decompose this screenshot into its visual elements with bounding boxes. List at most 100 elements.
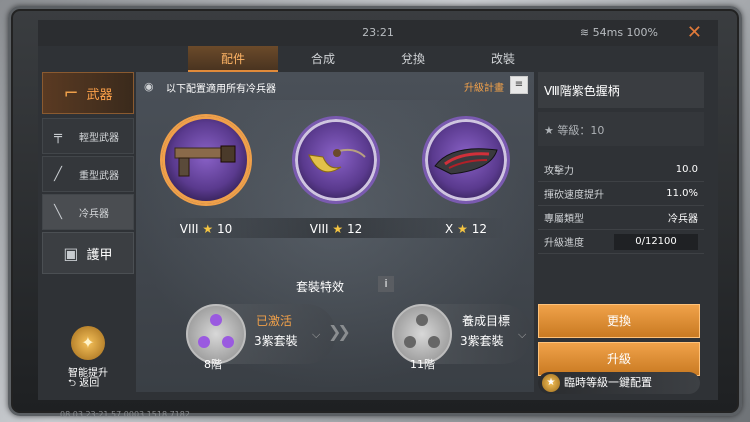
set-target-level: 11階 bbox=[410, 358, 435, 371]
tab-modify[interactable]: 改裝 bbox=[458, 46, 548, 72]
set-dot bbox=[222, 336, 234, 348]
tab-accessories[interactable]: 配件 bbox=[188, 46, 278, 72]
main-panel: ◉ 以下配置適用所有冷兵器 升級計畫 ≡ VIII ★ 10 VIII ★ 12… bbox=[136, 72, 534, 392]
set-target-sub: 3紫套裝 bbox=[460, 334, 504, 348]
close-icon[interactable]: ✕ bbox=[687, 22, 702, 43]
slot-grade: VIII bbox=[179, 222, 199, 236]
sidebar-item-armor[interactable]: ▣ 護甲 bbox=[42, 232, 134, 274]
set-active-sub: 3紫套裝 bbox=[254, 334, 298, 348]
sidebar-item-light-weapons[interactable]: ╤ 輕型武器 bbox=[42, 118, 134, 154]
grip-icon bbox=[174, 145, 236, 177]
knife-icon: ╲ bbox=[54, 204, 62, 220]
back-button[interactable]: ⮌ 返回 bbox=[68, 374, 99, 393]
set-dot bbox=[416, 314, 428, 326]
slot-ring bbox=[292, 116, 380, 204]
pendant-icon bbox=[308, 148, 366, 173]
one-click-config-button[interactable]: ★ 臨時等級一鍵配置 bbox=[538, 372, 700, 394]
sidebar-item-weapons[interactable]: ⌐ 武器 bbox=[42, 72, 134, 114]
star-icon: ★ bbox=[332, 222, 344, 236]
upgrade-plan-link[interactable]: 升級計畫 bbox=[464, 79, 504, 94]
sidebar-item-melee[interactable]: ╲ 冷兵器 bbox=[42, 194, 134, 230]
network-text: 54ms 100% bbox=[592, 26, 658, 39]
game-screen: 23:21 ≋ 54ms 100% ✕ 配件 合成 兌換 改裝 ⌐ 武器 ╤ 輕… bbox=[38, 20, 718, 400]
status-network: ≋ 54ms 100% bbox=[580, 26, 658, 39]
config-note: 以下配置適用所有冷兵器 bbox=[166, 84, 276, 95]
slot-level-number: 10 bbox=[216, 222, 233, 236]
upgrade-button[interactable]: 升級 bbox=[538, 342, 700, 376]
info-icon[interactable]: i bbox=[378, 276, 394, 292]
lightbulb-icon: ✦ bbox=[71, 326, 105, 360]
sidebar-item-label: 護甲 bbox=[86, 247, 113, 263]
set-dot bbox=[210, 314, 222, 326]
tab-exchange[interactable]: 兌換 bbox=[368, 46, 458, 72]
tab-synthesis[interactable]: 合成 bbox=[278, 46, 368, 72]
stats-list: 攻擊力 10.0 揮砍速度提升 11.0% 專屬類型 冷兵器 升級進度 0/12… bbox=[538, 158, 704, 254]
double-chevron-icon: ❯❯ bbox=[328, 322, 351, 341]
slot-level-number: 12 bbox=[471, 222, 487, 236]
eye-icon[interactable]: ◉ bbox=[144, 80, 154, 93]
set-emblem-icon bbox=[186, 304, 246, 364]
document-icon[interactable]: ≡ bbox=[510, 76, 528, 94]
sidebar-item-heavy-weapons[interactable]: ╱ 重型武器 bbox=[42, 156, 134, 192]
sidebar: ⌐ 武器 ╤ 輕型武器 ╱ 重型武器 ╲ 冷兵器 ▣ 護甲 ✦ 智能提升 bbox=[42, 72, 134, 392]
one-click-label: 臨時等級一鍵配置 bbox=[564, 376, 652, 389]
slot-grade: X bbox=[445, 222, 454, 236]
accessory-slot-knuckle[interactable] bbox=[416, 110, 516, 210]
stat-row: 專屬類型 冷兵器 bbox=[538, 206, 704, 230]
set-emblem-icon bbox=[392, 304, 452, 364]
item-title: Ⅷ階紫色握柄 bbox=[538, 72, 704, 108]
status-bar: 23:21 ≋ 54ms 100% ✕ bbox=[38, 20, 718, 46]
upgrade-progress-row: 升級進度 0/12100 bbox=[538, 230, 704, 254]
star-icon: ★ bbox=[202, 222, 214, 236]
set-effect-title: 套裝特效 bbox=[296, 280, 345, 294]
slot-level: VIII ★ 10 bbox=[156, 222, 256, 236]
slot-level-number: 12 bbox=[346, 222, 363, 236]
set-active-status: 已激活 bbox=[256, 314, 293, 328]
slot-grade: VIII bbox=[309, 222, 329, 236]
slot-ring bbox=[162, 116, 250, 204]
knuckle-icon bbox=[434, 148, 498, 175]
smg-icon: ╤ bbox=[54, 128, 62, 144]
item-grade: ★ 等級：10 bbox=[538, 112, 704, 146]
item-grade-text: 等級：10 bbox=[557, 124, 605, 137]
stat-row: 攻擊力 10.0 bbox=[538, 158, 704, 182]
star-coin-icon: ★ bbox=[542, 374, 560, 392]
progress-bar: 0/12100 bbox=[614, 233, 698, 250]
tab-bar: 配件 合成 兌換 改裝 bbox=[188, 46, 548, 72]
progress-label: 升級進度 bbox=[544, 238, 584, 249]
slot-level: VIII ★ 12 bbox=[286, 222, 386, 236]
rocket-icon: ╱ bbox=[54, 166, 62, 182]
stat-row: 揮砍速度提升 11.0% bbox=[538, 182, 704, 206]
replace-button[interactable]: 更換 bbox=[538, 304, 700, 338]
slot-ring bbox=[422, 116, 510, 204]
detail-panel: Ⅷ階紫色握柄 ★ 等級：10 攻擊力 10.0 揮砍速度提升 11.0% 專屬類… bbox=[538, 72, 704, 392]
sidebar-item-label: 冷兵器 bbox=[79, 208, 109, 220]
star-icon: ★ bbox=[544, 124, 554, 137]
sidebar-item-label: 武器 bbox=[86, 87, 113, 103]
wifi-icon: ≋ bbox=[579, 26, 593, 39]
stat-label: 揮砍速度提升 bbox=[544, 190, 604, 201]
back-icon: ⮌ bbox=[68, 378, 80, 389]
set-target-status: 養成目標 bbox=[462, 314, 511, 328]
smart-upgrade-button[interactable]: ✦ 智能提升 bbox=[56, 326, 120, 379]
footer-debug-text: 08 03 23:21 57 0003 1518 7182 bbox=[60, 410, 190, 419]
accessory-slot-grip[interactable] bbox=[156, 110, 256, 210]
vest-icon: ▣ bbox=[63, 243, 79, 263]
stat-label: 攻擊力 bbox=[544, 166, 574, 177]
accessory-slot-pendant[interactable] bbox=[286, 110, 386, 210]
stat-label: 專屬類型 bbox=[544, 214, 584, 225]
set-target-card[interactable]: 養成目標 3紫套裝 ⌵ 11階 bbox=[392, 304, 532, 371]
stat-value: 冷兵器 bbox=[668, 214, 698, 225]
set-active-card[interactable]: 已激活 3紫套裝 ⌵ 8階 bbox=[186, 304, 336, 371]
sidebar-item-label: 重型武器 bbox=[79, 170, 119, 182]
chevron-down-icon: ⌵ bbox=[518, 328, 527, 341]
stat-value: 10.0 bbox=[675, 164, 698, 175]
star-icon: ★ bbox=[457, 222, 468, 236]
stat-value: 11.0% bbox=[666, 188, 698, 199]
set-dot bbox=[198, 336, 210, 348]
slot-level: X ★ 12 bbox=[416, 222, 516, 236]
set-dot bbox=[404, 336, 416, 348]
pistol-icon: ⌐ bbox=[63, 82, 79, 104]
set-active-level: 8階 bbox=[204, 358, 222, 371]
back-label: 返回 bbox=[79, 378, 100, 389]
